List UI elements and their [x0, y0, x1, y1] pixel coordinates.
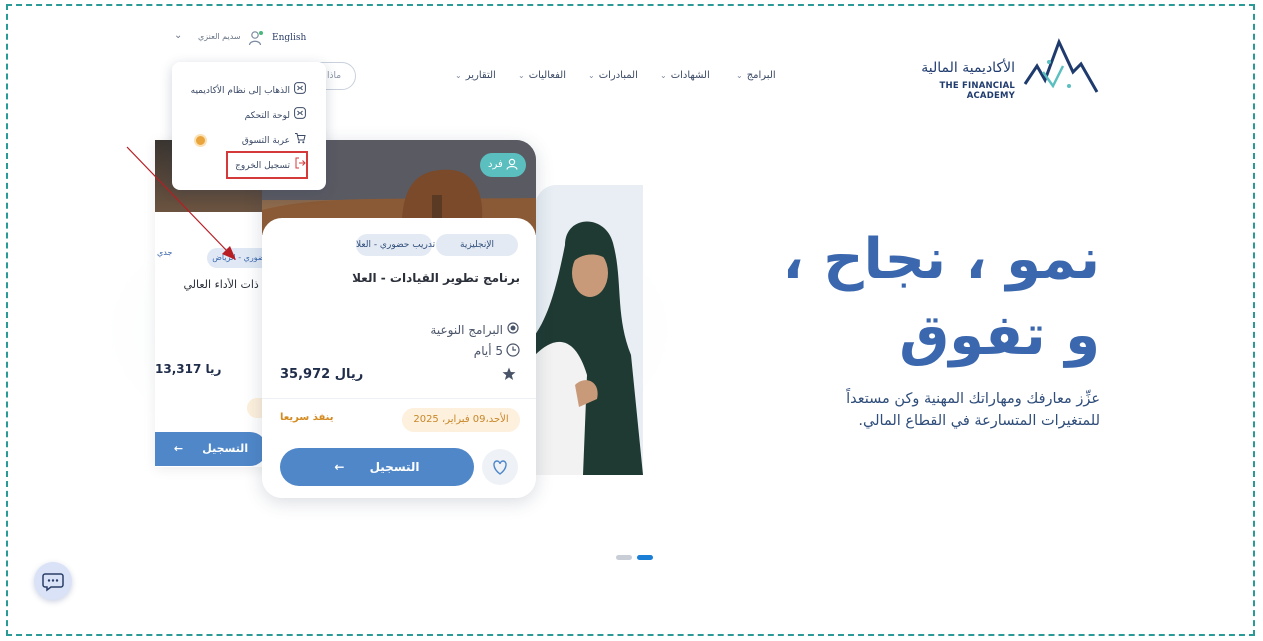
- card-body: الإنجليزية تدريب حضوري - العلا برنامج تط…: [262, 218, 536, 498]
- chat-icon: [42, 573, 64, 592]
- clock-icon: [506, 343, 520, 360]
- audience-label: فرد: [488, 159, 503, 170]
- chat-button[interactable]: [34, 562, 72, 600]
- language-switch[interactable]: English: [272, 33, 306, 43]
- register-label: التسجيل: [369, 460, 420, 474]
- menu-item-dashboard[interactable]: لوحة التحكم: [245, 107, 306, 121]
- category-row: البرامج النوعية: [430, 322, 520, 339]
- heart-icon: [493, 460, 507, 475]
- user-dropdown-menu: الذهاب إلى نظام الأكاديميه لوحة التحكم ع…: [172, 62, 326, 190]
- card-price: 13,317 ريا: [155, 362, 222, 376]
- availability-label: ينفذ سريعا: [280, 412, 334, 423]
- menu-item-academy-system[interactable]: الذهاب إلى نظام الأكاديميه: [191, 82, 306, 96]
- chevron-down-icon: ⌄: [174, 30, 183, 41]
- nav-certificates[interactable]: الشهادات⌄: [660, 70, 710, 86]
- user-name: سديم العنزي: [198, 32, 241, 41]
- nav-programs[interactable]: البرامج⌄: [736, 70, 776, 86]
- chevron-down-icon: ⌄: [660, 71, 667, 80]
- nav-label: التقارير: [465, 70, 496, 81]
- logo-arabic-text: الأكاديمية المالية: [921, 60, 1015, 76]
- nav-label: المبادرات: [598, 70, 638, 81]
- hero-subtitle: عزِّز معارفك ومهاراتك المهنية وكن مستعدا…: [770, 388, 1100, 432]
- hero-photo: [535, 185, 643, 475]
- register-label: التسجيل: [202, 442, 249, 455]
- hero-subtitle-line-2: للمتغيرات المتسارعة في القطاع المالي.: [858, 413, 1100, 429]
- user-icon: [248, 31, 263, 46]
- arrow-left-icon: ←: [334, 460, 345, 474]
- dashboard-icon: [294, 107, 306, 124]
- nav-initiatives[interactable]: المبادرات⌄: [588, 70, 638, 86]
- cart-icon: [294, 132, 306, 149]
- category-label: البرامج النوعية: [430, 323, 503, 337]
- nav-reports[interactable]: التقارير⌄: [455, 70, 496, 86]
- hero-title-line-2: و تفوق: [899, 303, 1100, 368]
- menu-item-label: لوحة التحكم: [244, 111, 290, 121]
- new-label: جدي: [157, 248, 173, 257]
- nav-label: البرامج: [746, 70, 776, 81]
- search-placeholder: ماذا: [327, 71, 342, 81]
- person-icon: [506, 158, 518, 170]
- cart-count-badge: [194, 134, 207, 147]
- duration-row: 5 أيام: [474, 343, 520, 360]
- carousel-dot-1[interactable]: [616, 555, 632, 560]
- menu-item-label: عربة التسوق: [241, 136, 290, 146]
- arrow-left-icon: ←: [173, 442, 184, 455]
- card-divider: [262, 398, 536, 399]
- program-card-featured[interactable]: فرد الإنجليزية تدريب حضوري - العلا برنام…: [262, 140, 536, 498]
- woman-figure-image: [535, 185, 643, 475]
- register-button[interactable]: التسجيل ←: [280, 448, 474, 486]
- menu-item-cart[interactable]: عربة التسوق: [242, 132, 306, 146]
- carousel-dot-2-active[interactable]: [637, 555, 653, 560]
- date-badge: الأحد،09 فبراير، 2025: [402, 408, 520, 432]
- chevron-down-icon: ⌄: [455, 71, 462, 80]
- card-title: برنامج تطوير القيادات - العلا: [352, 271, 520, 285]
- hero-subtitle-line-1: عزِّز معارفك ومهاراتك المهنية وكن مستعدا…: [846, 391, 1100, 407]
- favorite-button[interactable]: [482, 449, 518, 485]
- duration-label: 5 أيام: [473, 344, 503, 358]
- delivery-tag: تدريب حضوري - العلا: [356, 234, 435, 256]
- card-price: 35,972 ريال: [280, 367, 364, 382]
- logo-english-text: THE FINANCIAL ACADEMY: [939, 81, 1015, 101]
- audience-badge: فرد: [480, 153, 526, 177]
- hero-title-line-1: نمو ، نجاح ،: [782, 227, 1101, 292]
- chevron-down-icon: ⌄: [588, 71, 595, 80]
- nav-events[interactable]: الفعاليات⌄: [518, 70, 566, 86]
- register-button[interactable]: التسجيل ←: [155, 432, 267, 466]
- logout-highlight-box: [226, 151, 308, 179]
- switch-icon: [294, 82, 306, 99]
- logo-mark-icon: [1023, 38, 1099, 93]
- chevron-down-icon: ⌄: [736, 71, 743, 80]
- star-icon[interactable]: [502, 366, 516, 385]
- menu-item-label: الذهاب إلى نظام الأكاديميه: [190, 86, 290, 96]
- nav-label: الشهادات: [670, 70, 710, 81]
- hero-title: نمو ، نجاح ، و تفوق: [760, 222, 1101, 374]
- language-tag: الإنجليزية: [436, 234, 518, 256]
- academy-logo[interactable]: الأكاديمية المالية THE FINANCIAL ACADEMY: [895, 36, 1105, 101]
- certificate-icon: [506, 322, 520, 339]
- nav-label: الفعاليات: [528, 70, 566, 81]
- chevron-down-icon: ⌄: [518, 71, 525, 80]
- user-menu-toggle[interactable]: ⌄ سديم العنزي: [174, 30, 268, 48]
